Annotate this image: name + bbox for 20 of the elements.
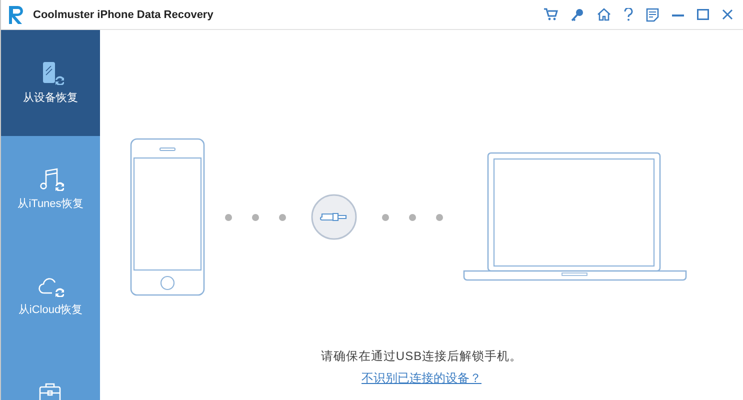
close-icon[interactable] [722,9,733,20]
window-title: Coolmuster iPhone Data Recovery [33,8,214,20]
dot-icon [279,214,286,220]
feedback-icon[interactable] [646,8,659,22]
sidebar-item[interactable]: 从设备恢复 [1,30,100,136]
dot-icon [436,214,443,220]
key-icon[interactable] [571,8,584,22]
app-logo-icon [9,4,25,24]
dot-icon [409,214,416,220]
help-icon[interactable] [624,8,633,21]
instruction-text: 请确保在通过USB连接后解锁手机。 [320,348,522,365]
maximize-icon[interactable] [697,9,709,20]
cart-icon[interactable] [544,8,558,21]
dot-icon [225,214,232,220]
help-link[interactable]: 不识别已连接的设备？ [362,370,482,387]
music-sync-icon [38,167,64,191]
usb-cable-icon [311,194,357,240]
home-icon[interactable] [597,8,611,21]
dot-icon [382,214,389,220]
dot-icon [252,214,259,220]
